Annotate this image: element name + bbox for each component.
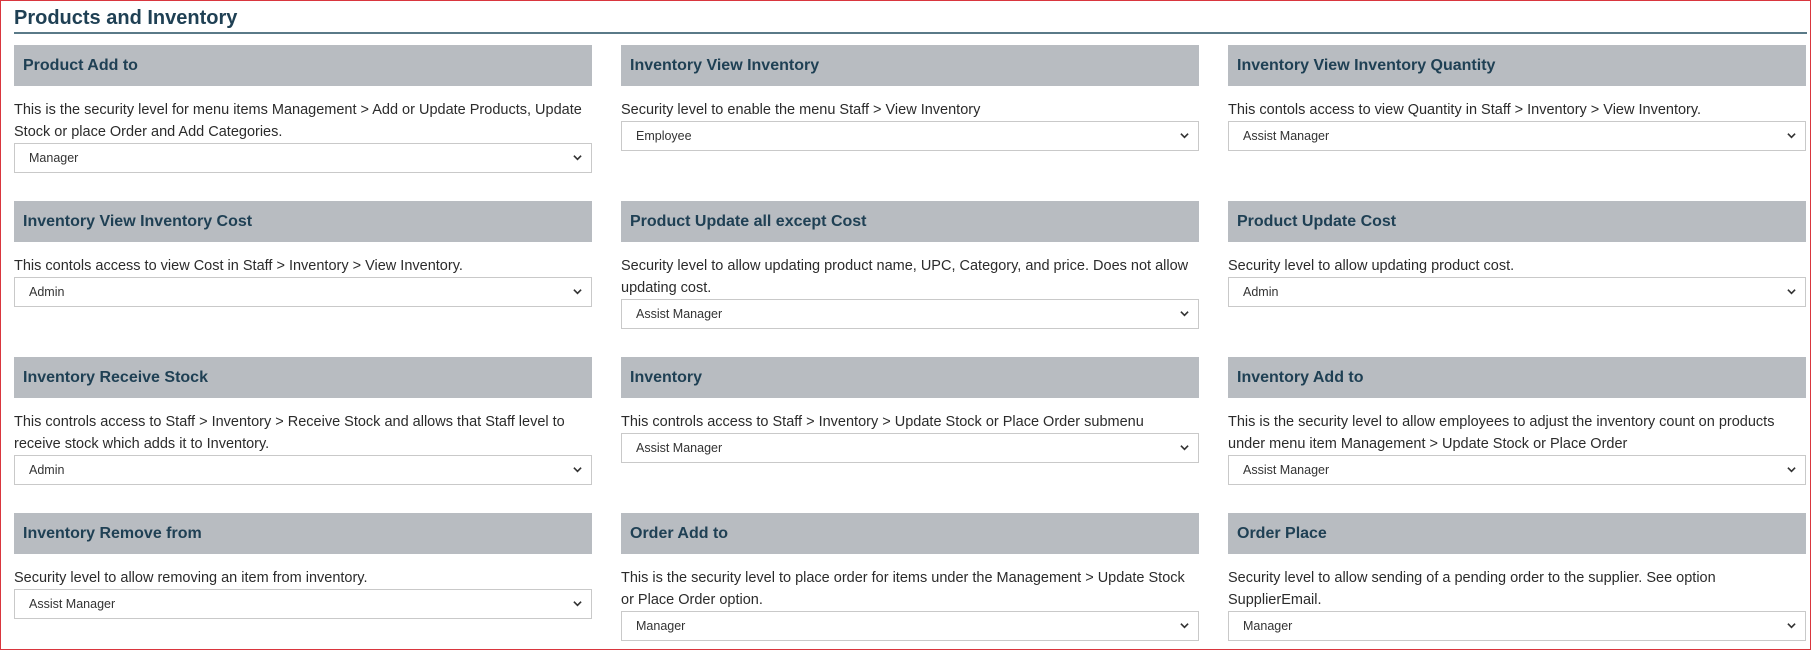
setting-description: This contols access to view Quantity in … [1228, 102, 1702, 118]
chevron-down-icon [1180, 443, 1189, 451]
setting-card: Product Update all except Cost Security … [621, 201, 1199, 357]
security-level-select[interactable]: Admin [14, 277, 592, 307]
setting-description: This contols access to view Cost in Staf… [14, 258, 463, 274]
select-value: Manager [636, 619, 686, 633]
section-divider [14, 32, 1807, 34]
chevron-down-icon [1787, 131, 1796, 139]
chevron-down-icon [573, 599, 582, 607]
setting-description: This controls access to Staff > Inventor… [14, 414, 565, 452]
setting-card: Product Add to This is the security leve… [14, 45, 592, 201]
select-value: Admin [1243, 285, 1279, 299]
security-level-select[interactable]: Assist Manager [14, 589, 592, 619]
security-level-select[interactable]: Manager [14, 143, 592, 173]
setting-title: Product Update all except Cost [621, 201, 1199, 242]
setting-card: Order Place Security level to allow send… [1228, 513, 1806, 669]
chevron-down-icon [1180, 131, 1189, 139]
setting-card: Inventory This controls access to Staff … [621, 357, 1199, 513]
setting-description: This controls access to Staff > Inventor… [621, 414, 1144, 430]
select-value: Manager [29, 151, 79, 165]
select-value: Assist Manager [636, 441, 723, 455]
select-value: Assist Manager [636, 307, 723, 321]
select-value: Employee [636, 129, 692, 143]
setting-description: Security level to allow removing an item… [14, 570, 368, 586]
setting-title: Inventory View Inventory Cost [14, 201, 592, 242]
security-level-select[interactable]: Assist Manager [1228, 455, 1806, 485]
setting-card: Inventory View Inventory Security level … [621, 45, 1199, 201]
chevron-down-icon [1787, 621, 1796, 629]
section-title: Products and Inventory [14, 7, 238, 29]
security-level-select[interactable]: Admin [1228, 277, 1806, 307]
setting-card: Inventory Add to This is the security le… [1228, 357, 1806, 513]
select-value: Admin [29, 463, 65, 477]
setting-title: Order Place [1228, 513, 1806, 554]
setting-card: Inventory View Inventory Cost This conto… [14, 201, 592, 357]
setting-description: This is the security level to allow empl… [1228, 414, 1775, 452]
setting-title: Product Add to [14, 45, 592, 86]
security-level-select[interactable]: Manager [621, 611, 1199, 641]
setting-title: Order Add to [621, 513, 1199, 554]
select-value: Assist Manager [1243, 463, 1330, 477]
setting-title: Inventory Receive Stock [14, 357, 592, 398]
security-level-select[interactable]: Employee [621, 121, 1199, 151]
setting-title: Inventory Add to [1228, 357, 1806, 398]
security-level-select[interactable]: Admin [14, 455, 592, 485]
select-value: Assist Manager [29, 597, 116, 611]
setting-card: Inventory Receive Stock This controls ac… [14, 357, 592, 513]
setting-card: Inventory View Inventory Quantity This c… [1228, 45, 1806, 201]
select-value: Assist Manager [1243, 129, 1330, 143]
security-level-select[interactable]: Assist Manager [1228, 121, 1806, 151]
select-value: Admin [29, 285, 65, 299]
security-level-select[interactable]: Assist Manager [621, 433, 1199, 463]
select-value: Manager [1243, 619, 1293, 633]
setting-description: Security level to enable the menu Staff … [621, 102, 981, 118]
chevron-down-icon [1787, 287, 1796, 295]
setting-description: Security level to allow updating product… [621, 258, 1189, 296]
setting-description: This is the security level for menu item… [14, 102, 582, 140]
setting-title: Inventory View Inventory [621, 45, 1199, 86]
setting-description: This is the security level to place orde… [621, 570, 1185, 608]
setting-title: Inventory [621, 357, 1199, 398]
chevron-down-icon [1180, 309, 1189, 317]
setting-description: Security level to allow sending of a pen… [1228, 570, 1716, 608]
setting-card: Inventory Remove from Security level to … [14, 513, 592, 669]
chevron-down-icon [573, 287, 582, 295]
setting-title: Inventory View Inventory Quantity [1228, 45, 1806, 86]
setting-description: Security level to allow updating product… [1228, 258, 1515, 274]
setting-title: Product Update Cost [1228, 201, 1806, 242]
setting-card: Order Add to This is the security level … [621, 513, 1199, 669]
settings-grid: Product Add to This is the security leve… [14, 45, 1806, 669]
security-level-select[interactable]: Assist Manager [621, 299, 1199, 329]
setting-card: Product Update Cost Security level to al… [1228, 201, 1806, 357]
setting-title: Inventory Remove from [14, 513, 592, 554]
chevron-down-icon [1787, 465, 1796, 473]
chevron-down-icon [1180, 621, 1189, 629]
chevron-down-icon [573, 153, 582, 161]
chevron-down-icon [573, 465, 582, 473]
security-level-select[interactable]: Manager [1228, 611, 1806, 641]
